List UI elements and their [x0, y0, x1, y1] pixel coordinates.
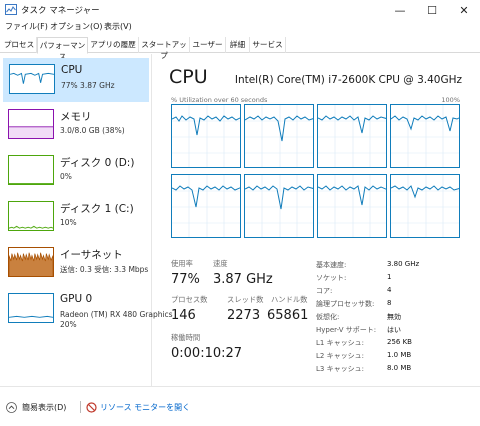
detail-key: L2 キャッシュ:	[316, 352, 364, 360]
tab-startup[interactable]: スタートアップ	[139, 37, 190, 60]
cpu-detail-panel: CPU Intel(R) Core(TM) i7-2600K CPU @ 3.4…	[153, 54, 480, 386]
detail-value: 無効	[387, 313, 401, 321]
page-title: CPU	[169, 66, 208, 88]
tab-app-history[interactable]: アプリの履歴	[88, 37, 139, 53]
detail-value: 3.80 GHz	[387, 260, 420, 268]
disk1-thumbnail-graph	[8, 201, 54, 231]
utilization-label: % Utilization over 60 seconds	[171, 96, 268, 104]
speed-value: 3.87 GHz	[213, 272, 273, 287]
tab-processes[interactable]: プロセス	[2, 37, 37, 53]
sidebar-item-disk0[interactable]: ディスク 0 (D:) 0%	[3, 150, 149, 194]
title-bar: タスク マネージャー — ☐ ✕	[0, 0, 480, 20]
sidebar-disk0-sub: 0%	[60, 172, 72, 181]
speed-label: 速度	[213, 259, 228, 268]
sidebar-disk1-sub: 10%	[60, 218, 77, 227]
core-graph	[317, 174, 387, 238]
resource-monitor-icon	[86, 402, 97, 413]
menu-options[interactable]: オプション(O)	[50, 21, 103, 32]
resource-monitor-link[interactable]: リソース モニターを開く	[84, 387, 190, 426]
sidebar-memory-title: メモリ	[60, 111, 92, 123]
close-button[interactable]: ✕	[448, 0, 480, 20]
footer-bar: 簡易表示(D) リソース モニターを開く	[0, 386, 480, 425]
detail-value: 256 KB	[387, 338, 412, 346]
sidebar-ethernet-sub: 送信: 0.3 受信: 3.3 Mbps	[60, 265, 149, 274]
handles-label: ハンドル数	[271, 295, 308, 304]
ethernet-thumbnail-graph	[8, 247, 54, 277]
uptime-label: 稼働時間	[171, 333, 201, 342]
detail-value: 1	[387, 273, 392, 281]
utilization-max: 100%	[441, 96, 460, 104]
processes-value: 146	[171, 308, 196, 323]
menu-bar: ファイル(F) オプション(O) 表示(V)	[0, 20, 480, 35]
menu-file[interactable]: ファイル(F)	[5, 21, 48, 32]
threads-label: スレッド数	[227, 295, 264, 304]
uptime-value: 0:00:10:27	[171, 346, 243, 361]
sidebar-item-ethernet[interactable]: イーサネット 送信: 0.3 受信: 3.3 Mbps	[3, 242, 149, 286]
sidebar-cpu-title: CPU	[61, 64, 83, 76]
sidebar-disk0-title: ディスク 0 (D:)	[60, 157, 135, 169]
detail-value: はい	[387, 326, 401, 334]
menu-view[interactable]: 表示(V)	[104, 21, 132, 32]
detail-key: ソケット:	[316, 274, 347, 282]
core-graph	[244, 104, 314, 168]
core-graph	[390, 104, 460, 168]
core-graph	[171, 174, 241, 238]
detail-key: L1 キャッシュ:	[316, 339, 364, 347]
threads-value: 2273	[227, 308, 261, 323]
sidebar-ethernet-title: イーサネット	[60, 249, 123, 261]
detail-value: 8.0 MB	[387, 364, 412, 372]
usage-value: 77%	[171, 272, 200, 287]
chevron-up-icon	[6, 402, 17, 413]
detail-key: L3 キャッシュ:	[316, 365, 364, 373]
sidebar-memory-sub: 3.0/8.0 GB (38%)	[60, 126, 125, 135]
task-manager-icon	[5, 4, 17, 15]
minimize-button[interactable]: —	[384, 0, 416, 20]
tab-performance[interactable]: パフォーマンス	[37, 37, 88, 61]
detail-key: 仮想化:	[316, 313, 340, 321]
sidebar-gpu-title: GPU 0	[60, 293, 93, 305]
detail-value: 4	[387, 286, 392, 294]
tab-users[interactable]: ユーザー	[190, 37, 226, 53]
tab-services[interactable]: サービス	[250, 37, 286, 53]
detail-key: Hyper-V サポート:	[316, 326, 377, 334]
core-graph	[244, 174, 314, 238]
detail-key: コア:	[316, 287, 333, 295]
close-icon: ✕	[459, 3, 469, 17]
disk0-thumbnail-graph	[8, 155, 54, 185]
sidebar-cpu-sub: 77% 3.87 GHz	[61, 81, 115, 90]
sidebar-disk1-title: ディスク 1 (C:)	[60, 203, 134, 215]
detail-key: 基本速度:	[316, 261, 347, 269]
tab-details[interactable]: 詳細	[226, 37, 250, 53]
compact-view-label: 簡易表示(D)	[22, 403, 67, 412]
sidebar-item-disk1[interactable]: ディスク 1 (C:) 10%	[3, 196, 149, 240]
sidebar-gpu-sub2: 20%	[60, 320, 77, 329]
cpu-model-name: Intel(R) Core(TM) i7-2600K CPU @ 3.40GHz	[234, 74, 462, 86]
sidebar-item-cpu[interactable]: CPU 77% 3.87 GHz	[3, 58, 149, 102]
handles-value: 65861	[267, 308, 309, 323]
detail-value: 8	[387, 299, 392, 307]
sidebar-item-gpu[interactable]: GPU 0 Radeon (TM) RX 480 Graphics 20%	[3, 288, 173, 332]
processes-label: プロセス数	[171, 295, 208, 304]
logical-processor-graphs	[171, 104, 460, 238]
core-graph	[390, 174, 460, 238]
resource-monitor-label: リソース モニターを開く	[100, 403, 191, 412]
maximize-button[interactable]: ☐	[416, 0, 448, 20]
cpu-thumbnail-graph	[9, 64, 55, 94]
divider	[80, 401, 81, 413]
usage-label: 使用率	[171, 259, 193, 268]
core-graph	[317, 104, 387, 168]
maximize-icon: ☐	[427, 3, 437, 17]
detail-key: 論理プロセッサ数:	[316, 300, 375, 308]
gpu-thumbnail-graph	[8, 293, 54, 323]
detail-value: 1.0 MB	[387, 351, 412, 359]
sidebar-item-memory[interactable]: メモリ 3.0/8.0 GB (38%)	[3, 104, 149, 148]
window-title: タスク マネージャー	[21, 6, 100, 16]
memory-thumbnail-graph	[8, 109, 54, 139]
compact-view-button[interactable]: 簡易表示(D)	[0, 387, 80, 426]
tab-bar: プロセス パフォーマンス アプリの履歴 スタートアップ ユーザー 詳細 サービス	[0, 37, 480, 61]
minimize-icon: —	[394, 3, 406, 17]
core-graph	[171, 104, 241, 168]
resource-sidebar: CPU 77% 3.87 GHz メモリ 3.0/8.0 GB (38%) ディ…	[0, 54, 173, 386]
